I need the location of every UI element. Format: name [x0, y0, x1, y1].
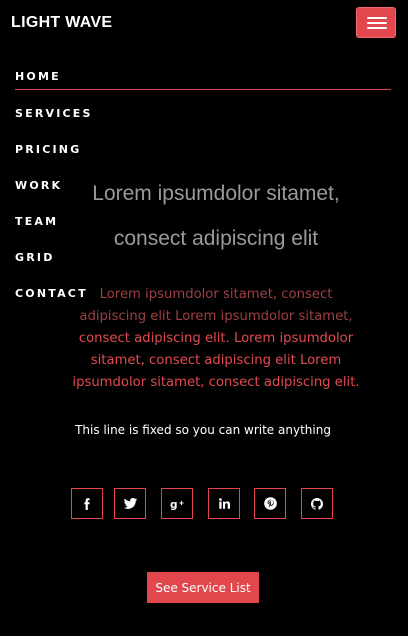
facebook-icon — [84, 497, 90, 510]
hero-paragraph-line: sitamet, consect adipiscing elit Lorem — [90, 353, 342, 368]
nav-item-work[interactable]: WORK — [15, 179, 62, 192]
twitter-button[interactable] — [114, 488, 146, 519]
nav-item-services[interactable]: SERVICES — [15, 107, 93, 120]
google-plus-button[interactable]: g — [161, 488, 193, 519]
fixed-line-text: This line is fixed so you can write anyt… — [75, 423, 331, 437]
brand-logo[interactable]: LIGHT WAVE — [11, 14, 112, 32]
hero-paragraph-line: Lorem ipsumdolor sitamet, consect — [99, 287, 333, 302]
nav-item-home[interactable]: HOME — [15, 70, 61, 83]
menu-toggle-button[interactable] — [356, 7, 396, 38]
facebook-button[interactable] — [71, 488, 103, 519]
twitter-icon — [123, 498, 137, 509]
nav-item-team[interactable]: TEAM — [15, 215, 58, 228]
pinterest-button[interactable] — [254, 488, 286, 519]
github-icon — [311, 497, 323, 510]
hero-paragraph-line: consect adipiscing elit. Lorem ipsumdolo… — [78, 331, 354, 346]
linkedin-icon — [218, 498, 230, 509]
svg-text:g: g — [170, 499, 178, 510]
hero-title-line-2: consect adipiscing elit — [113, 227, 319, 250]
nav-item-pricing[interactable]: PRICING — [15, 143, 81, 156]
hero-paragraph: Lorem ipsumdolor sitamet, consect adipis… — [62, 284, 370, 394]
hamburger-icon-bar — [367, 22, 387, 24]
github-button[interactable] — [301, 488, 333, 519]
hero-title-line-1: Lorem ipsumdolor sitamet, — [92, 182, 340, 205]
pinterest-icon — [263, 497, 277, 510]
hero-paragraph-line: ipsumdolor sitamet, consect adipiscing e… — [72, 375, 360, 390]
hamburger-icon — [367, 17, 387, 19]
hamburger-icon-bar — [367, 27, 387, 29]
page: LIGHT WAVE Lorem ipsumdolor sitamet, con… — [0, 0, 408, 636]
google-plus-icon: g — [170, 499, 184, 510]
hero-paragraph-line: adipiscing elit Lorem ipsumdolor sitamet… — [79, 309, 353, 324]
see-service-list-button[interactable]: See Service List — [147, 572, 259, 603]
linkedin-button[interactable] — [208, 488, 240, 519]
nav-active-underline — [15, 89, 391, 90]
nav-item-contact[interactable]: CONTACT — [15, 287, 88, 300]
nav-item-grid[interactable]: GRID — [15, 251, 55, 264]
